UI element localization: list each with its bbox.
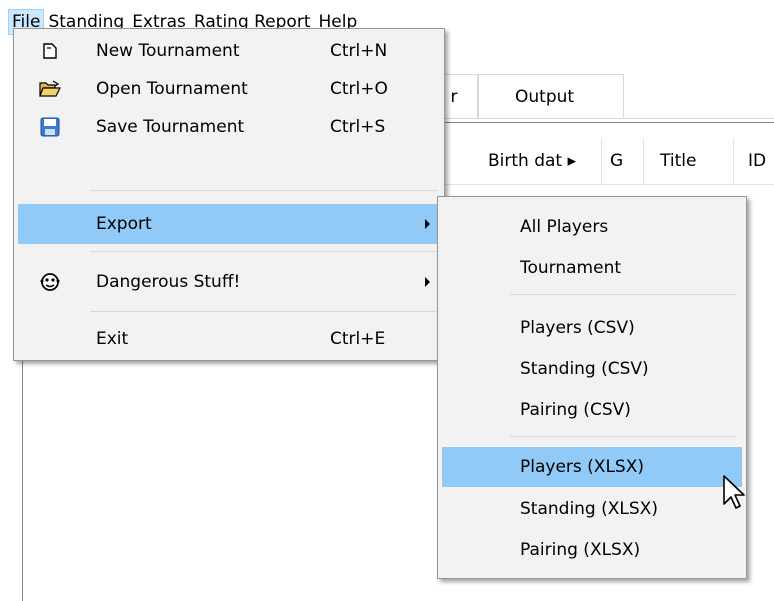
menu-separator xyxy=(510,294,736,295)
file-menu: New Tournament Ctrl+N Open Tournament Ct… xyxy=(13,28,445,361)
menu-item-label: Save Tournament xyxy=(96,117,245,137)
menu-separator xyxy=(510,436,736,437)
menu-item-label: Exit xyxy=(96,329,129,349)
submenu-arrow-icon xyxy=(425,219,430,229)
menu-item-label: Players (CSV) xyxy=(520,318,635,338)
menu-item-exit[interactable]: Exit Ctrl+E xyxy=(18,319,440,359)
menu-item-shortcut: Ctrl+E xyxy=(330,329,386,349)
menu-item-label: Export xyxy=(96,214,152,234)
column-header-birthdate[interactable]: Birth dat ▸ xyxy=(480,138,602,184)
menu-item-label: Pairing (XLSX) xyxy=(520,540,641,560)
tab-partial-label: r xyxy=(450,86,458,107)
menu-item-label: Tournament xyxy=(520,258,622,278)
menu-item-export-players-csv[interactable]: Players (CSV) xyxy=(442,308,742,348)
menu-item-label: New Tournament xyxy=(96,41,240,61)
menu-item-label: Open Tournament xyxy=(96,79,248,99)
menu-item-shortcut: Ctrl+N xyxy=(330,41,388,61)
menu-item-export-all-players[interactable]: All Players xyxy=(442,207,742,247)
menu-item-shortcut: Ctrl+O xyxy=(330,79,388,99)
menu-item-export-pairing-xlsx[interactable]: Pairing (XLSX) xyxy=(442,530,742,570)
tab-output[interactable]: Output xyxy=(478,74,624,118)
monkey-face-icon xyxy=(38,270,62,294)
new-document-icon xyxy=(38,39,62,63)
menu-item-export-tournament[interactable]: Tournament xyxy=(442,248,742,288)
menu-item-dangerous-stuff[interactable]: Dangerous Stuff! xyxy=(18,262,440,302)
menu-item-export-standing-csv[interactable]: Standing (CSV) xyxy=(442,349,742,389)
menu-item-export-pairing-csv[interactable]: Pairing (CSV) xyxy=(442,390,742,430)
menu-item-save-tournament[interactable]: Save Tournament Ctrl+S xyxy=(18,107,440,147)
menu-separator xyxy=(90,190,438,191)
column-header-gender[interactable]: G xyxy=(602,138,644,184)
tab-output-label: Output xyxy=(515,86,575,107)
menu-item-new-tournament[interactable]: New Tournament Ctrl+N xyxy=(18,31,440,71)
menu-item-label: Standing (XLSX) xyxy=(520,499,658,519)
menu-item-shortcut: Ctrl+S xyxy=(330,117,386,137)
menu-item-export-players-xlsx[interactable]: Players (XLSX) xyxy=(442,447,742,487)
menu-item-export[interactable]: Export xyxy=(18,204,440,244)
menu-separator xyxy=(90,251,438,252)
menu-item-open-tournament[interactable]: Open Tournament Ctrl+O xyxy=(18,69,440,109)
export-submenu: All Players Tournament Players (CSV) Sta… xyxy=(437,196,747,579)
menu-item-label: Players (XLSX) xyxy=(520,457,644,477)
column-header-title[interactable]: Title xyxy=(644,138,734,184)
column-header-id[interactable]: ID xyxy=(734,138,774,184)
open-folder-icon xyxy=(38,77,62,101)
menu-separator xyxy=(90,311,438,312)
mouse-pointer-icon xyxy=(723,475,745,509)
floppy-disk-icon xyxy=(38,115,62,139)
menu-item-label: All Players xyxy=(520,217,609,237)
menu-item-label: Dangerous Stuff! xyxy=(96,272,241,292)
submenu-arrow-icon xyxy=(425,277,430,287)
menu-item-label: Pairing (CSV) xyxy=(520,400,631,420)
menu-item-export-standing-xlsx[interactable]: Standing (XLSX) xyxy=(442,489,742,529)
menu-item-label: Standing (CSV) xyxy=(520,359,649,379)
